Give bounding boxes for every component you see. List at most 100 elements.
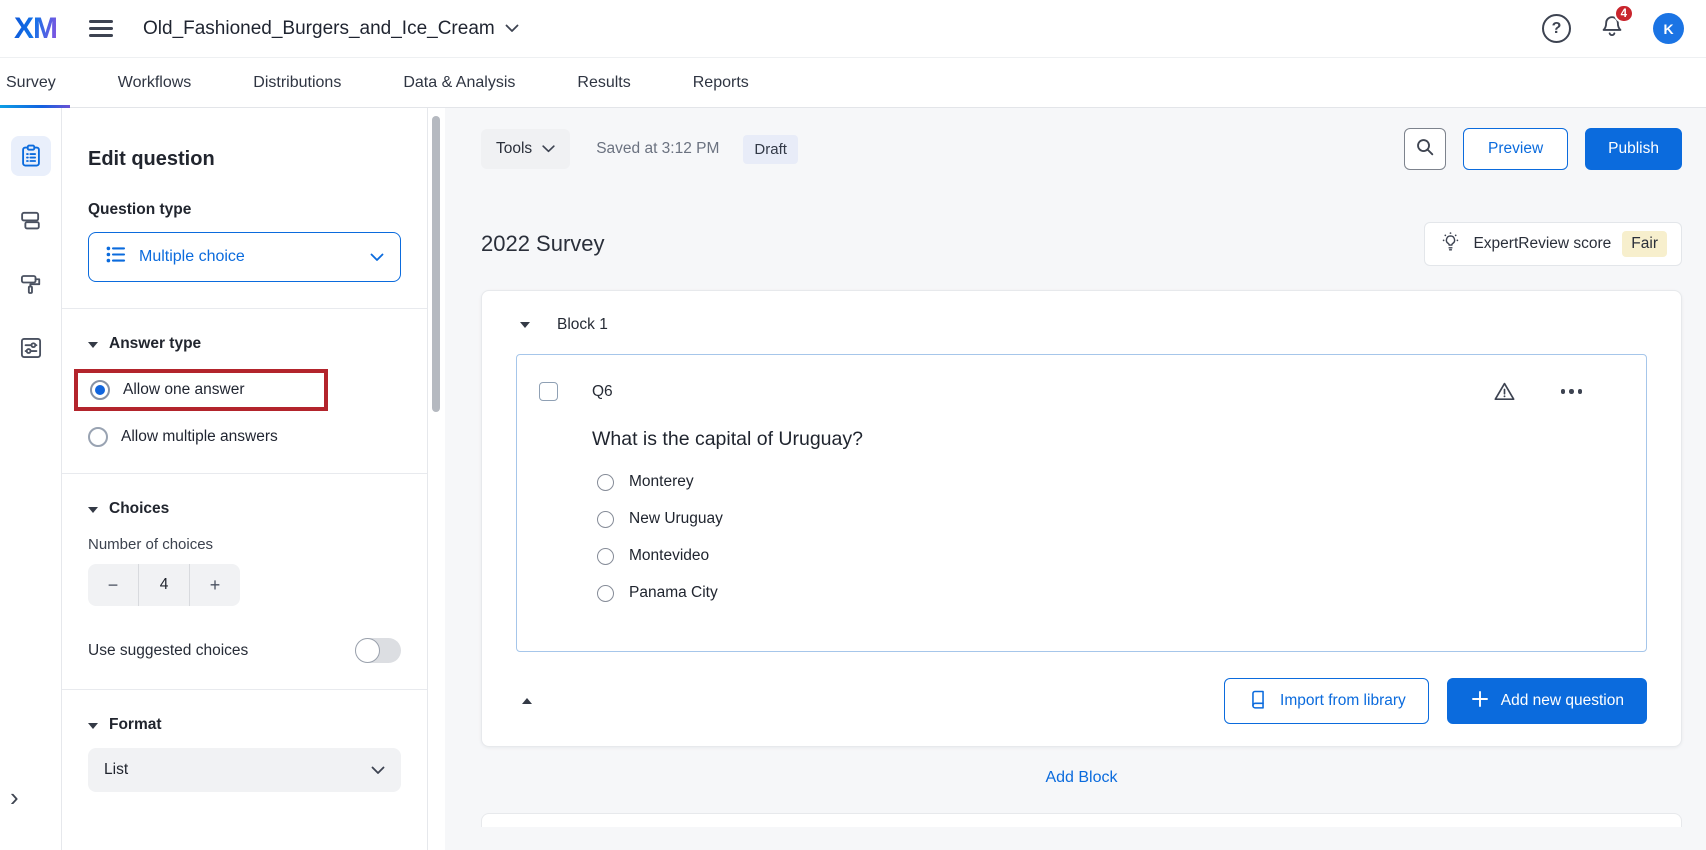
look-and-feel-icon[interactable] (11, 264, 51, 304)
question-type-label: Question type (88, 201, 401, 219)
answer-type-label: Answer type (109, 335, 201, 353)
use-suggested-choices-label: Use suggested choices (88, 642, 248, 660)
question-actions (1492, 379, 1621, 404)
add-block-row: Add Block (481, 769, 1682, 787)
chevron-down-icon (370, 253, 384, 262)
collapse-block-caret[interactable] (520, 322, 530, 328)
survey-canvas: Tools Saved at 3:12 PM Draft Preview Pub… (445, 108, 1706, 850)
expand-panel-chevron[interactable]: › (10, 784, 19, 810)
divider (62, 473, 427, 474)
use-suggested-choices-row: Use suggested choices (88, 638, 401, 663)
choice-radio[interactable] (597, 511, 614, 528)
decrease-choices-button[interactable]: − (88, 564, 138, 606)
toggle-knob (355, 638, 380, 663)
block-footer: Import from library Add new question (482, 678, 1681, 724)
question-header-row: Q6 (539, 379, 1620, 404)
avatar[interactable]: K (1653, 13, 1684, 44)
question-type-dropdown[interactable]: Multiple choice (88, 232, 401, 282)
saved-status: Saved at 3:12 PM (596, 140, 719, 158)
tab-workflows[interactable]: Workflows (118, 58, 192, 107)
question-id: Q6 (592, 383, 613, 401)
allow-one-answer-option[interactable]: Allow one answer (90, 380, 312, 400)
panel-scrollbar-gutter (428, 108, 445, 850)
divider (62, 689, 427, 690)
format-select[interactable]: List (88, 748, 401, 792)
search-button[interactable] (1404, 128, 1446, 170)
question-card[interactable]: Q6 What is the capital of Uruguay? (516, 354, 1647, 652)
tab-reports[interactable]: Reports (693, 58, 749, 107)
question-checkbox[interactable] (539, 382, 558, 401)
add-new-question-button[interactable]: Add new question (1447, 678, 1647, 724)
choices-section-header[interactable]: Choices (88, 500, 401, 518)
choices-count-value: 4 (138, 564, 190, 606)
preview-button[interactable]: Preview (1463, 128, 1568, 170)
question-type-value: Multiple choice (139, 248, 245, 266)
block-header: Block 1 (482, 291, 1681, 354)
xm-logo: XM (14, 12, 57, 46)
radio-selected[interactable] (90, 380, 110, 400)
expert-review-label: ExpertReview score (1473, 235, 1611, 253)
survey-builder-icon[interactable] (11, 136, 51, 176)
blocks-icon[interactable] (11, 200, 51, 240)
top-header: XM Old_Fashioned_Burgers_and_Ice_Cream ?… (0, 0, 1706, 58)
block-footer-buttons: Import from library Add new question (1224, 678, 1647, 724)
draft-badge: Draft (743, 135, 798, 164)
choices-label: Choices (109, 500, 169, 518)
use-suggested-choices-toggle[interactable] (355, 638, 401, 663)
annotation-highlight: Allow one answer (74, 369, 328, 411)
choice-option[interactable]: Montevideo (597, 547, 1620, 565)
collapse-caret-icon (88, 723, 98, 729)
choice-radio[interactable] (597, 585, 614, 602)
choice-option[interactable]: Monterey (597, 473, 1620, 491)
canvas-toolbar: Tools Saved at 3:12 PM Draft Preview Pub… (481, 128, 1682, 170)
survey-options-icon[interactable] (11, 328, 51, 368)
choice-option[interactable]: Panama City (597, 584, 1620, 602)
answer-type-section-header[interactable]: Answer type (88, 335, 401, 353)
hamburger-menu-icon[interactable] (89, 20, 113, 37)
tab-distributions[interactable]: Distributions (253, 58, 341, 107)
choice-radio[interactable] (597, 548, 614, 565)
allow-multiple-answers-option[interactable]: Allow multiple answers (88, 427, 401, 447)
format-label: Format (109, 716, 162, 734)
lightbulb-icon (1439, 230, 1462, 258)
survey-title: Old_Fashioned_Burgers_and_Ice_Cream (143, 18, 495, 40)
increase-choices-button[interactable]: + (190, 564, 240, 606)
book-icon (1247, 688, 1269, 715)
divider (62, 308, 427, 309)
app-body: › Edit question Question type Multiple c… (0, 108, 1706, 850)
header-actions: ? 4 K (1542, 13, 1684, 44)
survey-title-row: 2022 Survey ExpertReview score Fair (481, 222, 1682, 266)
number-of-choices-stepper: − 4 + (88, 564, 240, 606)
notifications-button[interactable]: 4 (1599, 13, 1625, 44)
tools-dropdown[interactable]: Tools (481, 129, 570, 169)
collapse-up-caret[interactable] (522, 698, 532, 704)
chevron-down-icon (371, 766, 385, 775)
choice-radio[interactable] (597, 474, 614, 491)
format-section-header[interactable]: Format (88, 716, 401, 734)
expert-review-card[interactable]: ExpertReview score Fair (1424, 222, 1682, 266)
survey-title-dropdown[interactable]: Old_Fashioned_Burgers_and_Ice_Cream (143, 18, 519, 40)
left-icon-rail: › (0, 108, 62, 850)
choice-option[interactable]: New Uruguay (597, 510, 1620, 528)
collapse-caret-icon (88, 342, 98, 348)
radio-unselected[interactable] (88, 427, 108, 447)
multiple-choice-list-icon (105, 244, 126, 270)
add-block-link[interactable]: Add Block (1045, 769, 1117, 786)
collapse-caret-icon (88, 507, 98, 513)
chevron-down-icon (505, 24, 519, 33)
import-from-library-button[interactable]: Import from library (1224, 678, 1429, 724)
tab-results[interactable]: Results (577, 58, 630, 107)
more-options-icon[interactable] (1561, 389, 1583, 394)
block-card: Block 1 Q6 (481, 290, 1682, 747)
tab-survey[interactable]: Survey (6, 58, 56, 107)
number-of-choices-label: Number of choices (88, 536, 401, 553)
question-text[interactable]: What is the capital of Uruguay? (592, 428, 1620, 451)
next-block-card-partial (481, 813, 1682, 827)
search-icon (1414, 136, 1436, 163)
panel-scrollbar-thumb[interactable] (432, 116, 440, 412)
publish-button[interactable]: Publish (1585, 128, 1682, 170)
block-title: Block 1 (557, 316, 608, 334)
warning-icon[interactable] (1492, 379, 1517, 404)
help-icon[interactable]: ? (1542, 14, 1571, 43)
tab-data-analysis[interactable]: Data & Analysis (403, 58, 515, 107)
